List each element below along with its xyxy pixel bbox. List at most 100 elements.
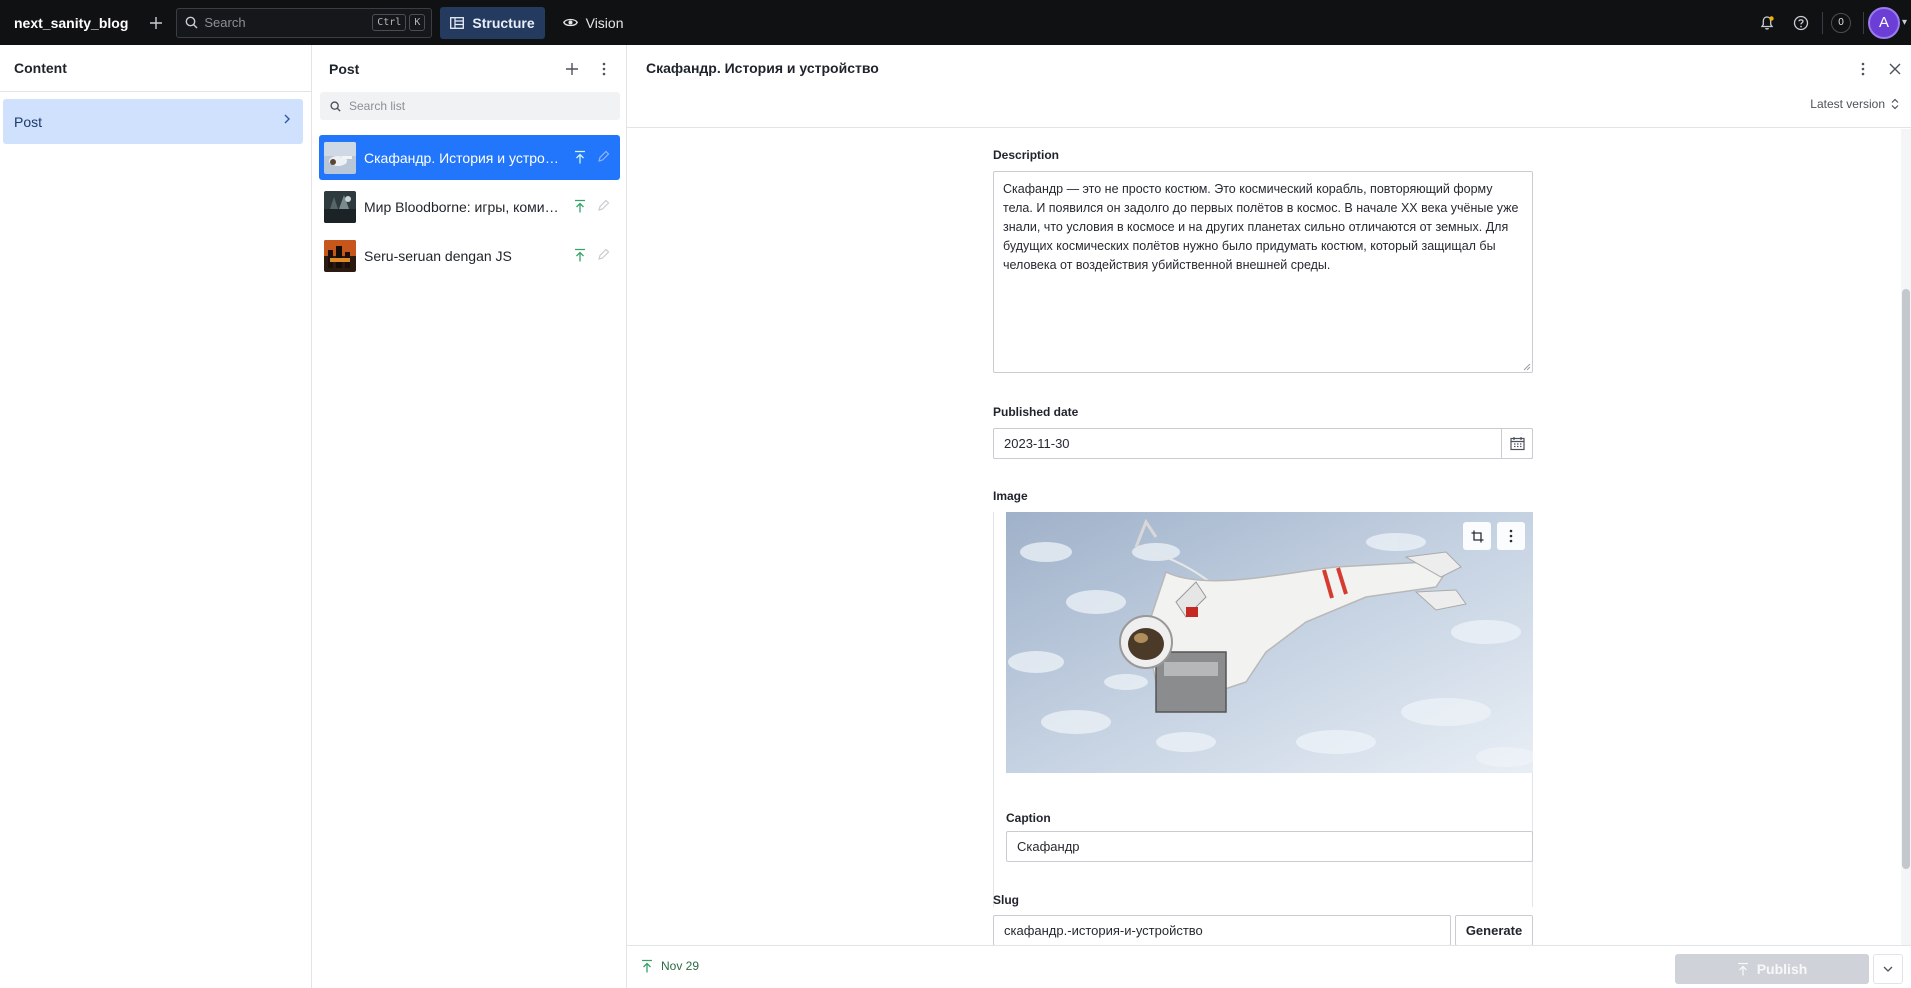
top-navbar: next_sanity_blog Search Ctrl K Structure… [0,0,1911,45]
post-title: Seru-seruan dengan JS [364,247,512,264]
published-status-icon [575,150,585,164]
slug-label: Slug [993,893,1019,907]
post-list-item[interactable]: Мир Bloodborne: игры, комиксы и книги [319,184,620,229]
help-icon [1793,15,1809,30]
post-thumbnail [324,141,356,174]
more-vertical-icon [1509,529,1513,543]
content-pane-title: Content [0,45,311,92]
published-date-label: Published date [993,405,1079,419]
post-title: Скафандр. История и устройство [364,149,559,166]
description-textarea[interactable]: Скафандр — это не просто костюм. Это кос… [993,171,1533,373]
plus-icon [566,63,578,75]
tool-vision-label: Vision [585,14,624,31]
crop-icon [1471,530,1483,542]
image-field: Caption Скафандр [993,512,1533,907]
document-scrollbar[interactable] [1901,129,1911,988]
close-icon [1889,63,1901,75]
description-text: Скафандр — это не просто костюм. Это кос… [1003,182,1519,272]
shortcut-ctrl-key: Ctrl [372,14,407,31]
published-date-input[interactable]: 2023-11-30 [993,428,1533,459]
image-menu-button[interactable] [1497,522,1525,550]
post-thumbnail [324,239,356,272]
generate-slug-button[interactable]: Generate [1455,915,1533,946]
content-item-label: Post [14,113,43,130]
published-status-icon [642,959,652,973]
draft-status-icon [598,150,610,162]
draft-status-icon [598,199,610,211]
tool-structure[interactable]: Structure [440,6,545,39]
post-list-pane: Post Search list Скафандр. История и уст… [312,45,627,988]
slug-input[interactable]: скафандр.-история-и-устройство [993,915,1451,946]
plus-icon [150,16,163,29]
publish-status-date: Nov 29 [661,959,700,973]
draft-status-icon [598,248,610,260]
document-footer: Nov 29 Publish [627,945,1911,988]
post-title: Мир Bloodborne: игры, комиксы и книги [364,198,559,215]
tool-structure-label: Structure [472,14,535,31]
list-search-placeholder: Search list [349,99,406,113]
calendar-icon [1509,437,1525,451]
content-pane: Content Post [0,45,312,988]
more-vertical-icon [602,62,606,76]
topbar-right-actions: 0 A ▾ [1750,0,1911,45]
list-search-input[interactable]: Search list [320,92,620,120]
search-icon [185,16,198,29]
create-new-document-button[interactable] [142,9,170,37]
scrollbar-thumb[interactable] [1902,289,1910,869]
more-vertical-icon [1861,62,1865,76]
image-preview[interactable] [1006,512,1533,773]
help-button[interactable] [1784,6,1818,40]
structure-icon [450,16,465,29]
caption-label: Caption [1006,811,1051,825]
topbar-divider [1821,11,1823,34]
version-selector[interactable]: Latest version [1810,97,1899,111]
global-search-input[interactable]: Search Ctrl K [176,7,433,38]
publish-button[interactable]: Publish [1675,954,1869,984]
published-status-icon [575,248,585,262]
image-label: Image [993,489,1028,503]
post-pane-menu-button[interactable] [588,53,620,85]
resize-grip-icon[interactable] [1523,363,1531,371]
document-header: Скафандр. История и устройство Latest ve… [627,45,1911,128]
shortcut-k-key: K [409,14,426,31]
notifications-button[interactable] [1750,6,1784,40]
description-label: Description [993,148,1060,162]
create-post-button[interactable] [556,53,588,85]
eye-icon [562,18,578,27]
caption-value: Скафандр [1017,839,1080,854]
publish-menu-button[interactable] [1873,954,1903,984]
post-thumbnail [324,190,356,223]
post-pane-header: Post [312,45,626,92]
search-placeholder: Search [204,15,246,30]
publish-status[interactable]: Nov 29 [641,959,699,973]
tasks-counter-button[interactable]: 0 [1830,12,1851,33]
post-pane-title: Post [329,60,360,77]
published-status-icon [575,199,585,213]
chevron-up-down-icon [1891,98,1899,110]
close-pane-button[interactable] [1879,53,1911,85]
publish-label: Publish [1756,961,1808,977]
astronaut-image [1006,512,1533,773]
chevron-down-icon[interactable]: ▾ [1902,17,1907,28]
publish-icon [1737,962,1748,976]
chevron-right-icon [284,114,290,124]
published-date-value: 2023-11-30 [1004,436,1070,451]
content-item-post[interactable]: Post [3,99,303,144]
document-pane: Скафандр. История и устройство Latest ve… [627,45,1911,988]
caption-input[interactable]: Скафандр [1006,831,1533,862]
topbar-divider [1862,11,1864,34]
bell-alert-icon [1760,15,1774,30]
crop-image-button[interactable] [1463,522,1491,550]
document-menu-button[interactable] [1847,53,1879,85]
post-list-item[interactable]: Seru-seruan dengan JS [319,233,620,278]
search-icon [330,100,341,112]
tool-vision[interactable]: Vision [553,7,634,39]
chevron-down-icon [1883,966,1893,972]
version-label: Latest version [1810,97,1885,111]
calendar-button[interactable] [1501,428,1533,459]
slug-value: скафандр.-история-и-устройство [1004,923,1203,938]
document-title: Скафандр. История и устройство [646,60,879,76]
workspace-title[interactable]: next_sanity_blog [14,15,128,31]
user-avatar[interactable]: A [1867,6,1900,39]
post-list-item[interactable]: Скафандр. История и устройство [319,135,620,180]
